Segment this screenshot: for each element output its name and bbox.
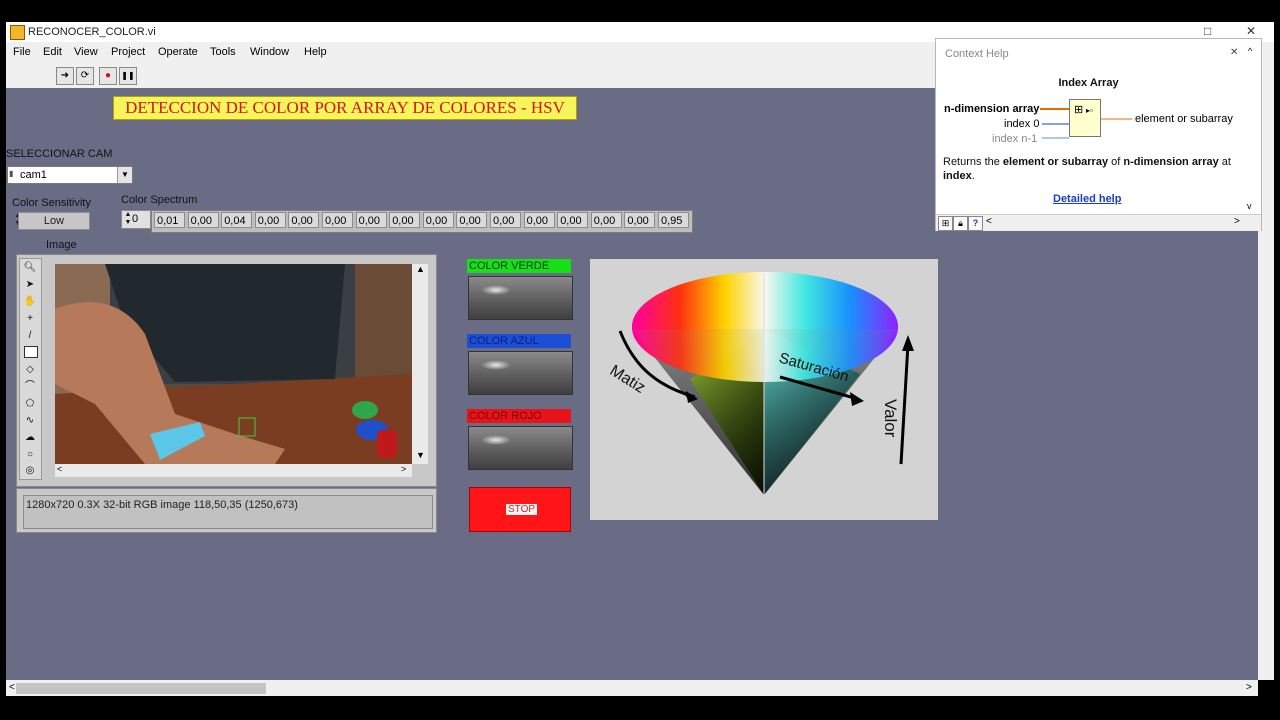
- spectrum-cell[interactable]: 0,01: [154, 212, 185, 228]
- spectrum-cell[interactable]: 0,00: [456, 212, 488, 228]
- restore-icon[interactable]: □: [1204, 24, 1211, 38]
- valor-label: Valor: [881, 399, 900, 438]
- abort-button[interactable]: ●: [99, 67, 117, 85]
- context-help-toolbar: ⊞ 🔒︎ ? < >: [936, 214, 1261, 231]
- horizontal-scroll-thumb[interactable]: [16, 683, 266, 694]
- spectrum-cell[interactable]: 0,00: [590, 212, 622, 228]
- spectrum-cell[interactable]: 0,00: [355, 212, 387, 228]
- scroll-up-icon[interactable]: ▲: [416, 264, 425, 274]
- scroll-left-icon[interactable]: <: [57, 464, 62, 474]
- led-rojo: [468, 426, 573, 470]
- image-status-bar: 1280x720 0.3X 32-bit RGB image 118,50,35…: [23, 495, 433, 529]
- image-tools-palette: 🔍︎ ➤ ✋ + / ◇ ⌒ ⬠ ∿ ☁ ○ ◎: [19, 258, 42, 480]
- scroll-down-icon[interactable]: ▼: [416, 450, 425, 460]
- context-help-scrollbar[interactable]: ^ v: [1244, 46, 1260, 214]
- pointer-icon[interactable]: ➤: [23, 278, 37, 292]
- scroll-up-icon[interactable]: ^: [1248, 46, 1252, 56]
- spectrum-cell[interactable]: 0,00: [557, 212, 589, 228]
- lock-icon[interactable]: 🔒︎: [953, 216, 968, 231]
- indicator-label-verde: COLOR VERDE: [467, 259, 571, 273]
- scroll-right-arrow[interactable]: >: [1246, 682, 1252, 693]
- zoom-icon[interactable]: 🔍︎: [23, 261, 37, 275]
- camera-frame-graphic: [55, 264, 412, 464]
- image-status-text: 1280x720 0.3X 32-bit RGB image 118,50,35…: [26, 499, 298, 511]
- camera-image[interactable]: [55, 264, 412, 464]
- led-azul: [468, 351, 573, 395]
- select-cam-value: cam1: [20, 169, 47, 181]
- run-button[interactable]: ➜: [56, 67, 74, 85]
- spectrum-cell[interactable]: 0,04: [221, 212, 253, 228]
- spectrum-cell[interactable]: 0,00: [254, 212, 286, 228]
- spectrum-cell[interactable]: 0,00: [288, 212, 320, 228]
- indicator-label-rojo: COLOR ROJO: [467, 409, 571, 423]
- scroll-left-icon[interactable]: <: [986, 216, 992, 227]
- spectrum-index-control[interactable]: ▲ ▼ 0: [121, 210, 151, 229]
- stop-button[interactable]: STOP: [469, 487, 571, 532]
- image-label: Image: [46, 239, 77, 251]
- spectrum-index-value: 0: [132, 213, 139, 225]
- menu-view[interactable]: View: [74, 46, 98, 58]
- polygon-icon[interactable]: ⬠: [23, 397, 37, 411]
- close-icon[interactable]: ✕: [1246, 24, 1256, 38]
- taskbar-strip: [0, 696, 1280, 720]
- pause-button[interactable]: ❚❚: [119, 67, 137, 85]
- chevron-down-icon[interactable]: ▼: [117, 167, 132, 183]
- color-spectrum-label: Color Spectrum: [121, 194, 198, 206]
- select-cam-combo[interactable]: ▮ cam1 ▼: [7, 166, 133, 184]
- spectrum-cell[interactable]: 0,00: [490, 212, 521, 228]
- led-verde: [468, 276, 573, 320]
- oval-icon[interactable]: ○: [23, 448, 37, 462]
- menu-file[interactable]: File: [13, 46, 31, 58]
- scroll-right-icon[interactable]: >: [401, 464, 406, 474]
- color-sensitivity-ring[interactable]: Low: [18, 212, 90, 230]
- image-vertical-scrollbar[interactable]: ▲ ▼: [412, 264, 428, 464]
- camera-icon: ▮: [9, 169, 14, 178]
- context-help-window: Context Help ✕ Index Array n-dimension a…: [935, 38, 1262, 231]
- crosshair-icon[interactable]: +: [23, 312, 37, 326]
- menu-window[interactable]: Window: [250, 46, 289, 58]
- indicator-label-azul: COLOR AZUL: [467, 334, 571, 348]
- spectrum-cell[interactable]: 0,00: [624, 212, 656, 228]
- freehand-line-icon[interactable]: ∿: [23, 414, 37, 428]
- title-banner: DETECCION DE COLOR POR ARRAY DE COLORES …: [113, 96, 577, 120]
- show-optional-terminals-icon[interactable]: ⊞: [938, 216, 953, 231]
- select-cam-label: SELECCIONAR CAM: [6, 148, 113, 160]
- menu-edit[interactable]: Edit: [43, 46, 62, 58]
- menu-project[interactable]: Project: [111, 46, 145, 58]
- help-question-icon[interactable]: ?: [968, 216, 983, 231]
- spectrum-cell[interactable]: 0,00: [389, 212, 421, 228]
- stop-button-label: STOP: [506, 504, 538, 515]
- rectangle-icon[interactable]: [24, 346, 38, 358]
- terminal-wires: [1040, 108, 1132, 139]
- spectrum-cell[interactable]: 0,00: [422, 212, 454, 228]
- vi-icon: [10, 25, 25, 40]
- detailed-help-link[interactable]: Detailed help: [1053, 193, 1121, 205]
- pan-hand-icon[interactable]: ✋: [23, 295, 37, 309]
- annulus-icon[interactable]: ⌒: [23, 380, 37, 394]
- scroll-right-icon[interactable]: >: [1234, 216, 1240, 227]
- window-title: RECONOCER_COLOR.vi: [28, 26, 156, 38]
- menu-tools[interactable]: Tools: [210, 46, 236, 58]
- hsv-cone-image: Matiz Saturación Valor: [590, 259, 938, 520]
- image-horizontal-scrollbar[interactable]: < >: [55, 464, 412, 477]
- spectrum-cell[interactable]: 0,95: [658, 212, 689, 228]
- point-icon[interactable]: ◎: [23, 464, 37, 478]
- color-sensitivity-label: Color Sensitivity: [12, 197, 91, 209]
- line-icon[interactable]: /: [23, 329, 37, 343]
- scroll-left-arrow[interactable]: <: [9, 682, 15, 693]
- rotated-rect-icon[interactable]: ◇: [23, 363, 37, 377]
- spectrum-cell[interactable]: 0,00: [187, 212, 219, 228]
- spectrum-cell[interactable]: 0,00: [322, 212, 353, 228]
- run-continuously-button[interactable]: ⟳: [76, 67, 94, 85]
- scroll-down-icon[interactable]: v: [1247, 201, 1252, 211]
- spectrum-cell[interactable]: 0,00: [523, 212, 555, 228]
- menu-help[interactable]: Help: [304, 46, 327, 58]
- function-description: Returns the element or subarray of n-dim…: [943, 156, 1231, 182]
- freehand-region-icon[interactable]: ☁: [23, 431, 37, 445]
- menu-operate[interactable]: Operate: [158, 46, 198, 58]
